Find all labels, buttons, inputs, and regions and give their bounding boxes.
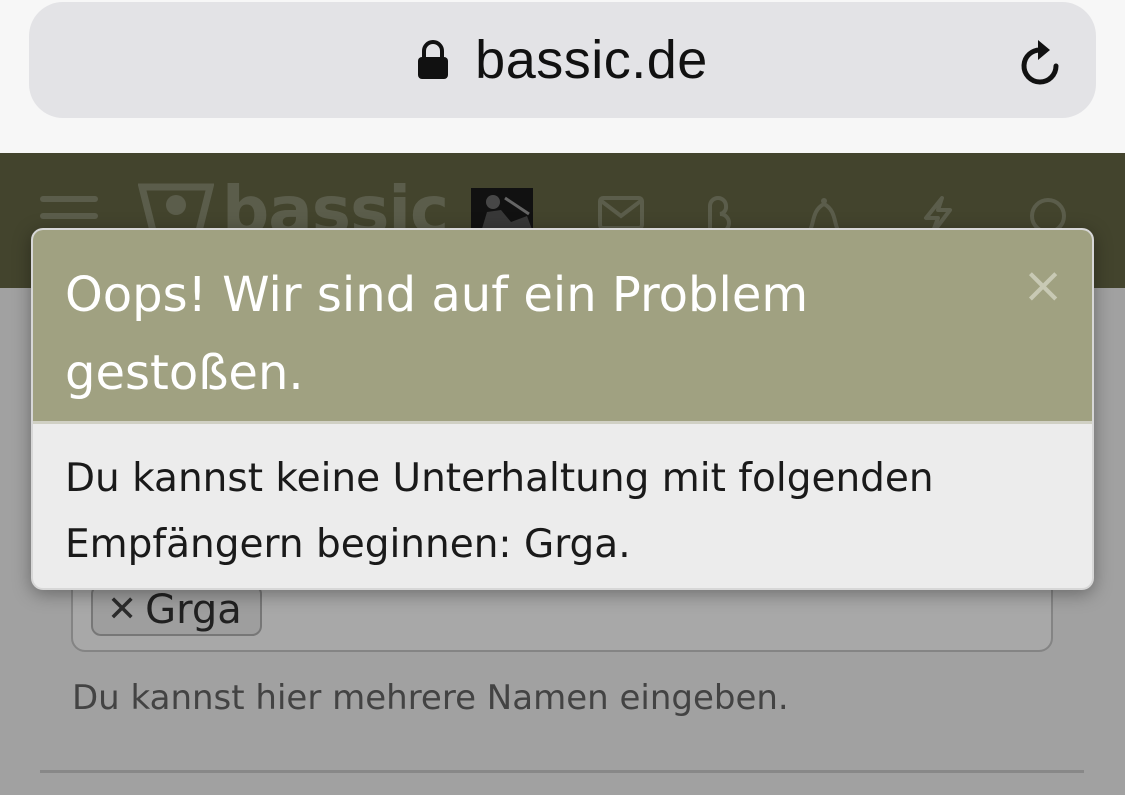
url-text: bassic.de xyxy=(475,30,708,90)
close-icon[interactable]: × xyxy=(1022,260,1064,310)
lock-icon xyxy=(418,40,449,79)
error-dialog-title: Oops! Wir sind auf ein Problem gestoßen. xyxy=(65,267,809,401)
reload-icon[interactable] xyxy=(1018,36,1064,88)
browser-toolbar: bassic.de xyxy=(0,0,1125,153)
address-bar[interactable]: bassic.de xyxy=(29,2,1096,118)
error-dialog-message: Du kannst keine Unterhaltung mit folgend… xyxy=(65,456,934,567)
error-dialog-header: Oops! Wir sind auf ein Problem gestoßen.… xyxy=(33,230,1092,424)
error-dialog: Oops! Wir sind auf ein Problem gestoßen.… xyxy=(31,228,1094,590)
